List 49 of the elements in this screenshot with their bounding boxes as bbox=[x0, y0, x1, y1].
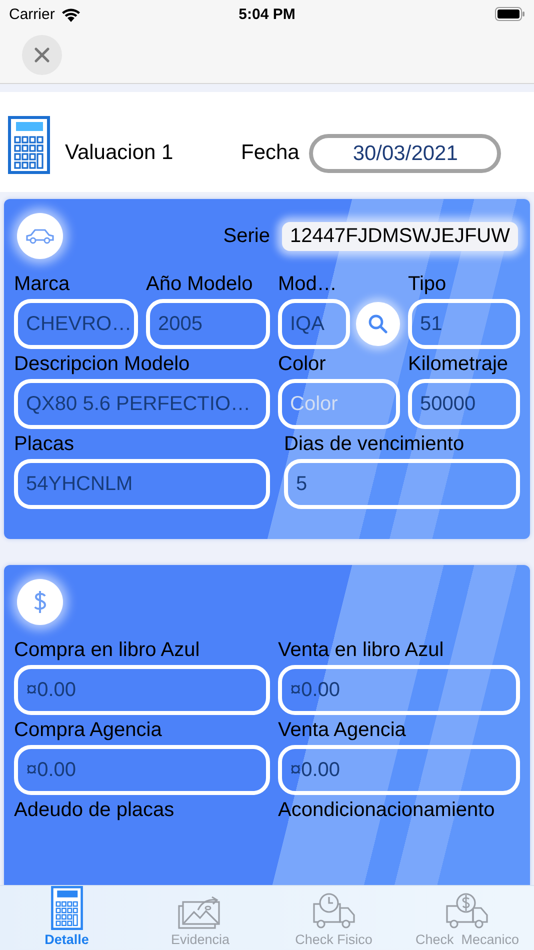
input-field[interactable]: ¤0.00 bbox=[278, 665, 520, 715]
input-field[interactable]: 50000 bbox=[408, 379, 520, 429]
field-label: Placas bbox=[14, 432, 76, 457]
close-icon bbox=[34, 46, 50, 62]
tab[interactable]: Evidencia bbox=[134, 886, 267, 950]
battery-icon bbox=[495, 7, 525, 21]
field-label: Adeudo de placas bbox=[14, 798, 176, 823]
field-label: Venta en libro Azul bbox=[278, 638, 445, 663]
status-time: 5:04 PM bbox=[238, 6, 296, 22]
field-label: Dias de vencimiento bbox=[284, 432, 466, 457]
field-label: Tipo bbox=[408, 272, 448, 297]
date-label: Fecha bbox=[241, 141, 300, 165]
input-field[interactable]: 5 bbox=[284, 459, 520, 509]
input-field[interactable]: ¤0.00 bbox=[14, 745, 270, 795]
field-label: Descripcion Modelo bbox=[14, 352, 191, 377]
field-label: Mod… bbox=[278, 272, 338, 297]
search-icon bbox=[368, 314, 388, 334]
input-field[interactable]: ¤0.00 bbox=[278, 745, 520, 795]
field-label: Compra en libro Azul bbox=[14, 638, 201, 663]
search-button[interactable] bbox=[356, 302, 400, 346]
input-field[interactable]: CHEVRO… bbox=[14, 299, 138, 349]
close-button[interactable] bbox=[22, 34, 62, 74]
date-field[interactable]: 30/03/2021 bbox=[309, 134, 502, 173]
input-field[interactable]: IQA bbox=[278, 299, 350, 349]
field-label: Color bbox=[278, 352, 327, 377]
input-field[interactable]: ¤0.00 bbox=[14, 665, 270, 715]
input-field[interactable]: 54YHCNLM bbox=[14, 459, 270, 509]
wifi-icon bbox=[60, 6, 81, 22]
tab[interactable]: Check Mecanico bbox=[400, 886, 534, 950]
dollar-icon bbox=[32, 590, 48, 614]
field-label: Marca bbox=[14, 272, 71, 297]
serie-label: Serie bbox=[223, 224, 270, 248]
field-label: Compra Agencia bbox=[14, 718, 163, 743]
carrier-name: Carrier bbox=[9, 6, 55, 22]
field-label: Venta Agencia bbox=[278, 718, 407, 743]
input-field[interactable]: QX80 5.6 PERFECTIO… bbox=[14, 379, 270, 429]
field-label: Acondicionacionamiento bbox=[278, 798, 496, 823]
field-label: Año Modelo bbox=[146, 272, 254, 297]
tab[interactable]: Check Fisico bbox=[267, 886, 400, 950]
field-label: Kilometraje bbox=[408, 352, 510, 377]
input-field[interactable]: 2005 bbox=[146, 299, 270, 349]
calculator-icon bbox=[50, 886, 83, 930]
valuation-title: Valuacion 1 bbox=[65, 141, 174, 165]
calculator-icon bbox=[8, 116, 50, 174]
input-field[interactable]: Color bbox=[278, 379, 400, 429]
serie-field[interactable]: 12447FJDMSWJEJFUW bbox=[282, 222, 518, 250]
input-field[interactable]: 51 bbox=[408, 299, 520, 349]
tab[interactable]: Detalle bbox=[0, 886, 134, 950]
car-icon bbox=[25, 227, 55, 245]
